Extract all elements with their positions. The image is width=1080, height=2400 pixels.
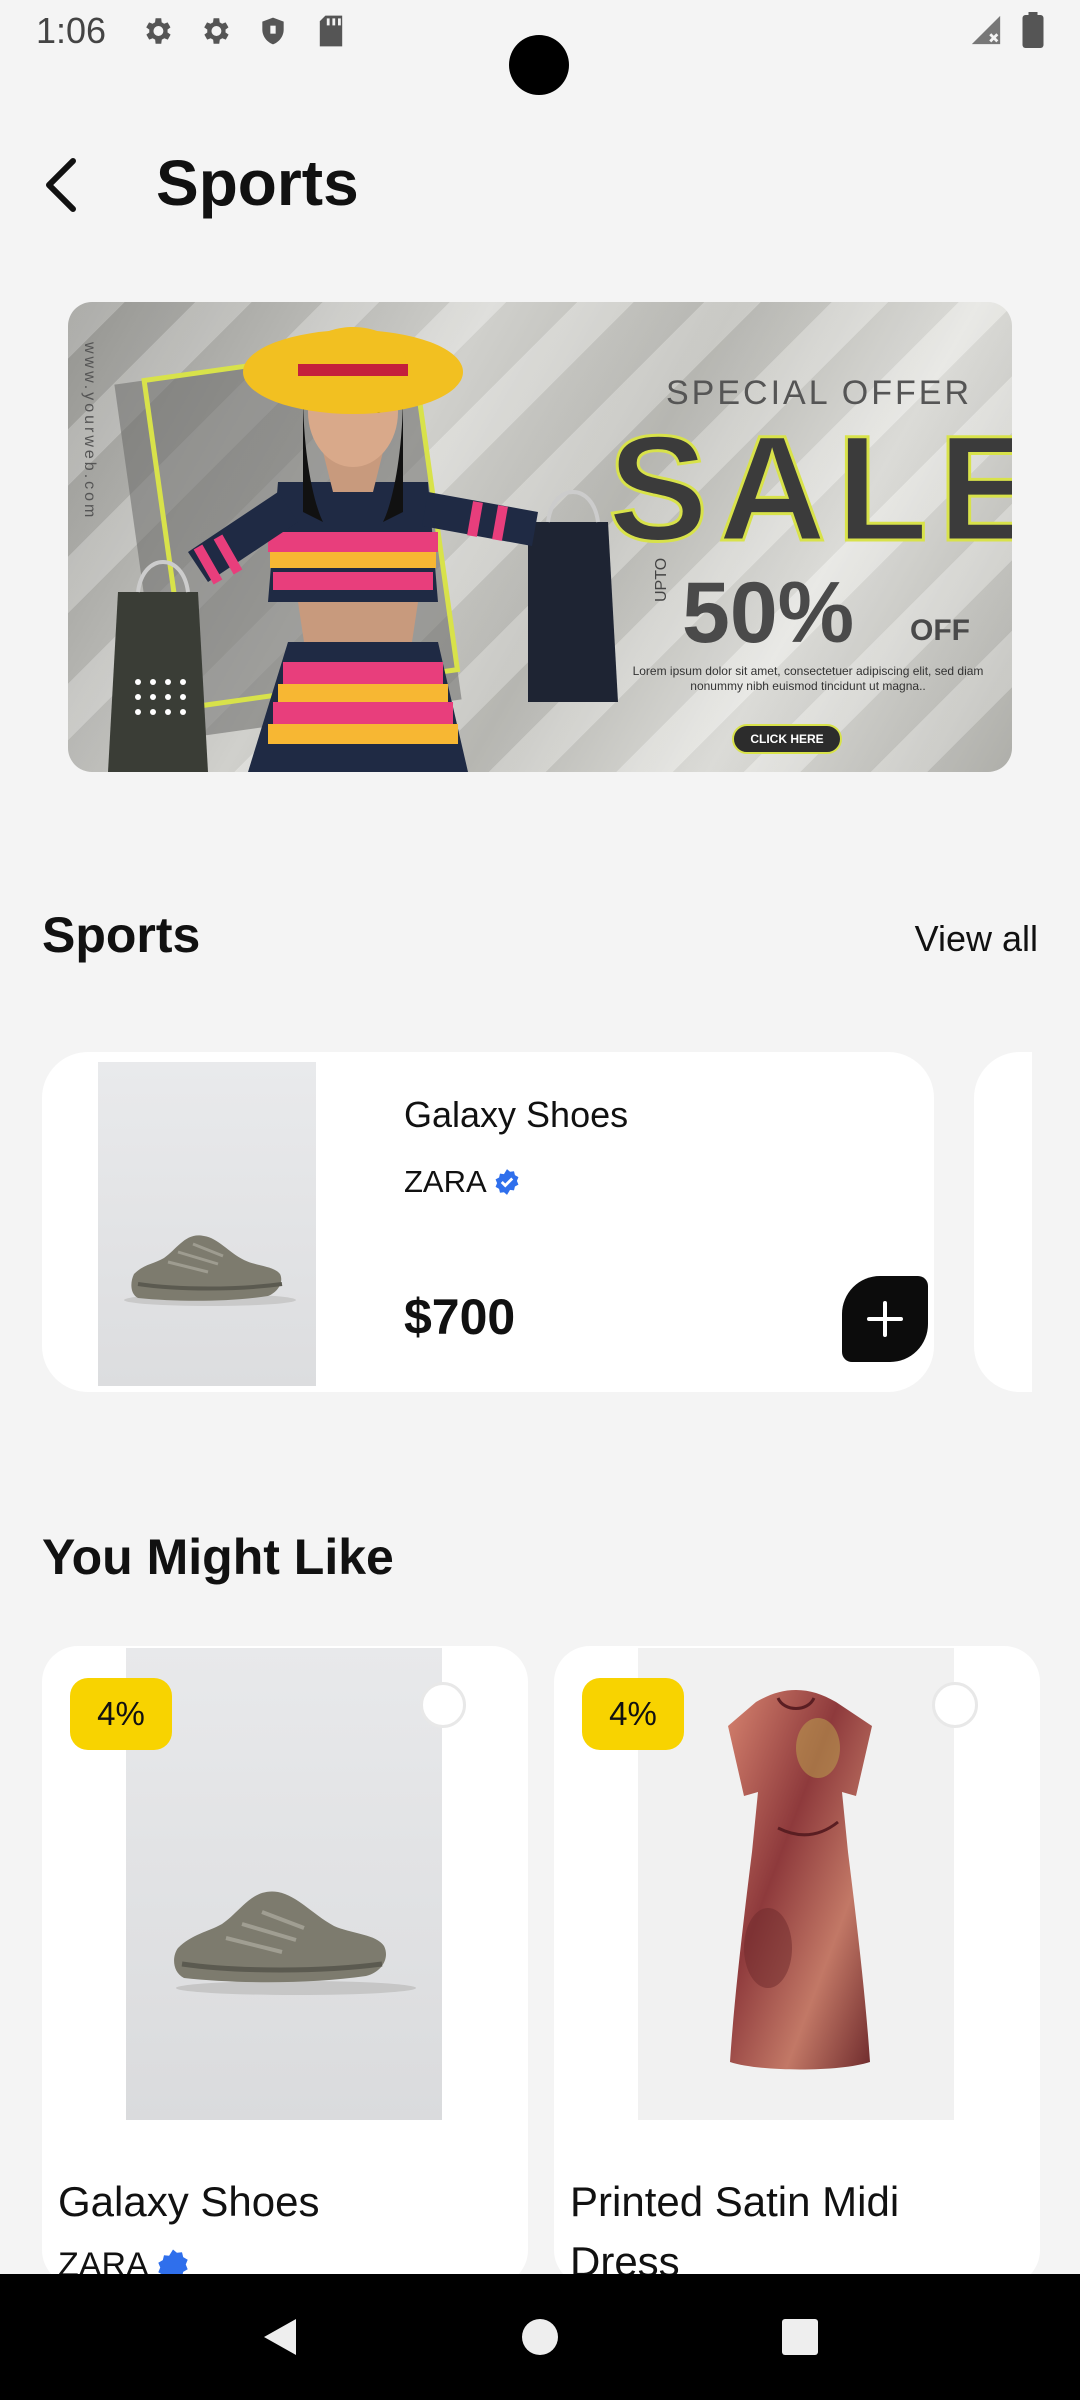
banner-description: Lorem ipsum dolor sit amet, consectetuer… <box>632 664 984 693</box>
you-might-like-title: You Might Like <box>42 1529 394 1585</box>
chevron-left-icon <box>46 158 76 212</box>
sports-section-title: Sports <box>42 907 201 963</box>
gear-icon <box>138 12 176 50</box>
product-price: $700 <box>404 1289 516 1345</box>
product-name: Printed Satin Midi Dress <box>570 2178 900 2285</box>
banner-cta-button[interactable]: CLICK HERE <box>732 724 842 754</box>
banner-percent: 50% <box>682 565 855 661</box>
favorite-heart-icon[interactable] <box>932 1682 978 1728</box>
promo-banner[interactable]: www.yourweb.com SPECIAL OFFER SALE UPTO … <box>68 302 1012 772</box>
add-to-cart-button[interactable] <box>842 1276 928 1362</box>
banner-sale-text: SALE <box>606 403 1012 574</box>
grid-product-card[interactable]: 4% Printed Satin Midi Dress <box>554 1646 1040 2286</box>
status-icons-right <box>968 12 1044 53</box>
discount-badge: 4% <box>582 1678 684 1750</box>
plus-icon <box>867 1301 903 1337</box>
signal-icon <box>968 13 1004 52</box>
favorite-heart-icon[interactable] <box>420 1682 466 1728</box>
product-image <box>98 1062 316 1386</box>
page-title: Sports <box>156 147 359 219</box>
discount-badge: 4% <box>70 1678 172 1750</box>
product-name: Galaxy Shoes <box>404 1094 629 1135</box>
battery-icon <box>1022 12 1044 53</box>
sd-card-icon <box>312 12 350 50</box>
shopping-woman-illustration <box>108 327 618 772</box>
home-circle-icon[interactable] <box>510 2307 570 2367</box>
product-image <box>126 1648 442 2120</box>
system-nav-bar <box>0 2274 1080 2400</box>
brand-label: ZARA <box>404 1164 487 1199</box>
status-time: 1:06 <box>36 10 107 51</box>
status-bar: 1:06 <box>0 0 1080 95</box>
product-card[interactable]: Galaxy Shoes ZARA $700 <box>42 1052 934 1392</box>
status-icons-left <box>138 12 350 50</box>
product-brand: ZARA <box>404 1164 521 1200</box>
banner-upto: UPTO <box>653 557 670 602</box>
view-all-link[interactable]: View all <box>915 918 1038 960</box>
verified-badge-icon <box>495 1169 519 1195</box>
back-button[interactable] <box>26 150 96 220</box>
shield-icon <box>254 12 292 50</box>
next-product-card-peek[interactable] <box>974 1052 1038 1392</box>
app-header: Sports <box>0 140 1080 230</box>
recents-square-icon[interactable] <box>770 2307 830 2367</box>
banner-off: OFF <box>910 614 970 647</box>
gear-icon <box>196 12 234 50</box>
grid-product-card[interactable]: 4% Galaxy Shoes ZARA <box>42 1646 528 2286</box>
banner-url: www.yourweb.com <box>81 342 98 521</box>
back-triangle-icon[interactable] <box>250 2307 310 2367</box>
product-image <box>638 1648 954 2120</box>
camera-cutout <box>509 35 569 95</box>
product-name: Galaxy Shoes <box>58 2178 320 2225</box>
